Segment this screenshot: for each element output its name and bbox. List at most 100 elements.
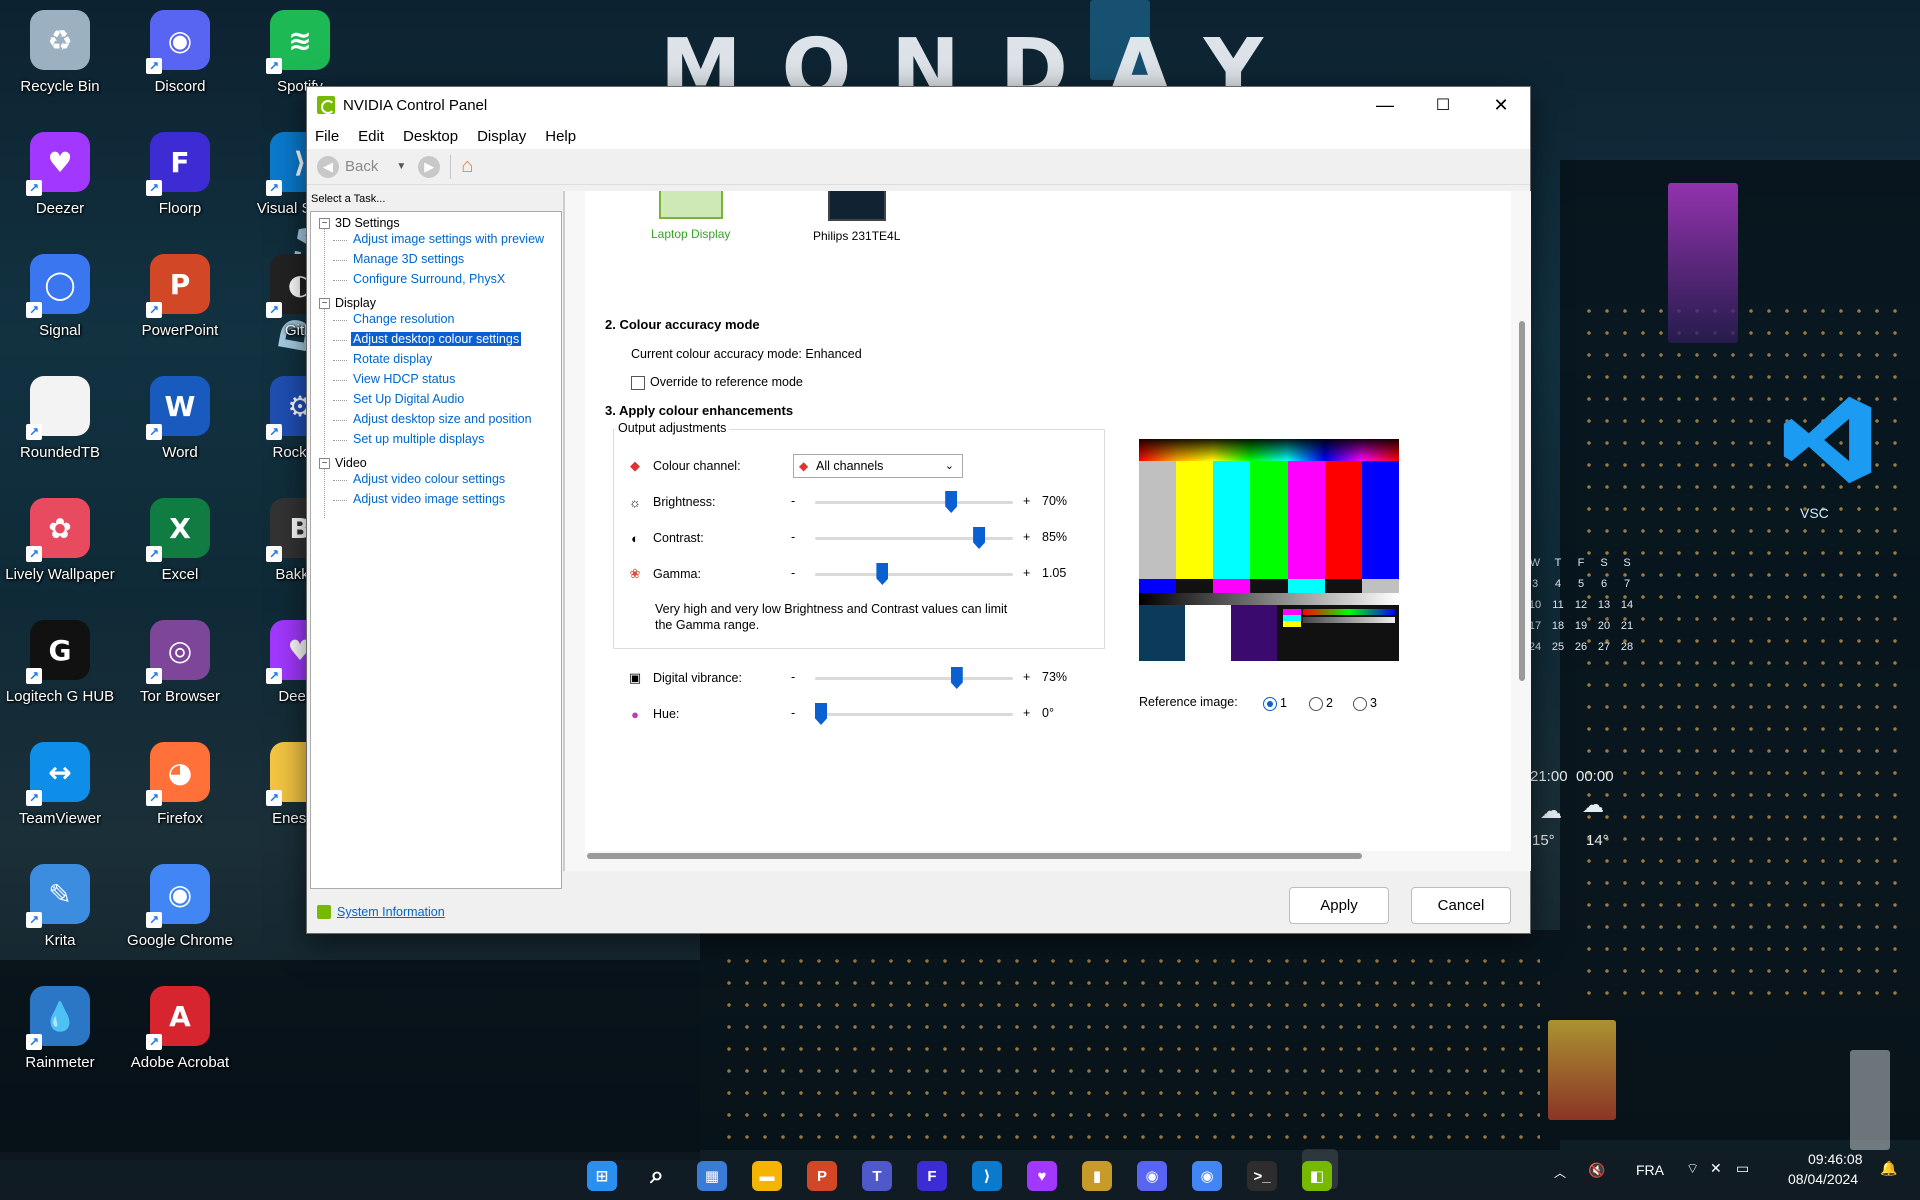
discord-taskbar-icon[interactable]: ◉ bbox=[1137, 1161, 1167, 1191]
discord-icon[interactable]: ◉ ↗ bbox=[146, 10, 210, 74]
tree-category-video[interactable]: − Video bbox=[319, 456, 367, 470]
digital-vibrance-slider-thumb[interactable] bbox=[950, 667, 963, 689]
tree-item-video-image[interactable]: Adjust video image settings bbox=[332, 492, 507, 506]
clock-time[interactable]: 09:46:08 bbox=[1808, 1151, 1863, 1167]
recycle-bin-icon[interactable]: ♻ bbox=[30, 10, 90, 70]
reference-option-1[interactable]: 1 bbox=[1263, 696, 1287, 711]
gamma-plus[interactable]: + bbox=[1023, 566, 1030, 580]
hue-slider[interactable] bbox=[815, 703, 1013, 725]
hue-slider-thumb[interactable] bbox=[815, 703, 827, 725]
close-button[interactable]: ✕ bbox=[1472, 87, 1530, 123]
collapse-icon[interactable]: − bbox=[319, 217, 330, 229]
system-information-link[interactable]: System Information bbox=[337, 905, 445, 919]
firefox-icon[interactable]: ◕ ↗ bbox=[146, 742, 210, 806]
nvidia-taskbar-icon[interactable]: ◧ bbox=[1302, 1161, 1332, 1191]
digital-vibrance-slider[interactable] bbox=[815, 667, 1013, 689]
menu-edit[interactable]: Edit bbox=[358, 128, 384, 145]
contrast-slider[interactable] bbox=[815, 527, 1013, 549]
reference-option-3[interactable]: 3 bbox=[1353, 696, 1377, 711]
tree-item-digital-audio[interactable]: Set Up Digital Audio bbox=[332, 392, 466, 406]
override-reference-checkbox[interactable]: Override to reference mode bbox=[631, 375, 803, 390]
horizontal-scrollbar[interactable] bbox=[587, 853, 1362, 859]
desktop-icon[interactable]: ↔ ↗ TeamViewer bbox=[0, 732, 120, 850]
tor-browser-icon[interactable]: ◎ ↗ bbox=[146, 620, 210, 684]
tree-item-rotate-display[interactable]: Rotate display bbox=[332, 352, 434, 366]
battery-icon[interactable]: ▭ bbox=[1736, 1160, 1749, 1177]
desktop-icon[interactable]: P ↗ PowerPoint bbox=[120, 244, 240, 362]
title-bar[interactable]: NVIDIA Control Panel — ☐ ✕ bbox=[307, 87, 1530, 123]
back-history-chevron-icon[interactable]: ▼ bbox=[396, 161, 406, 172]
desktop-icon[interactable]: ♻ Recycle Bin bbox=[0, 0, 120, 118]
clock-date[interactable]: 08/04/2024 bbox=[1788, 1171, 1858, 1187]
desktop-icon[interactable]: ✎ ↗ Krita bbox=[0, 854, 120, 972]
desktop-icon[interactable]: W ↗ Word bbox=[120, 366, 240, 484]
desktop-icon[interactable]: ✿ ↗ Lively Wallpaper bbox=[0, 488, 120, 606]
collapse-icon[interactable]: − bbox=[319, 457, 330, 469]
tree-item-multiple-displays[interactable]: Set up multiple displays bbox=[332, 432, 486, 446]
adobe-acrobat-icon[interactable]: A ↗ bbox=[146, 986, 210, 1050]
checkbox-box[interactable] bbox=[631, 375, 645, 390]
chrome-icon[interactable]: ◉ ↗ bbox=[146, 864, 210, 928]
lively-wallpaper-icon[interactable]: ✿ ↗ bbox=[26, 498, 90, 562]
floorp-icon[interactable]: F ↗ bbox=[146, 132, 210, 196]
vibrance-plus[interactable]: + bbox=[1023, 670, 1030, 684]
radio-button[interactable] bbox=[1263, 696, 1277, 711]
menu-help[interactable]: Help bbox=[545, 128, 576, 145]
reference-option-2[interactable]: 2 bbox=[1309, 696, 1333, 711]
excel-icon[interactable]: X ↗ bbox=[146, 498, 210, 562]
desktop-icon[interactable]: ◎ ↗ Tor Browser bbox=[120, 610, 240, 728]
tree-item-change-resolution[interactable]: Change resolution bbox=[332, 312, 456, 326]
language-indicator[interactable]: FRA bbox=[1636, 1162, 1664, 1178]
spotify-icon[interactable]: ≋ ↗ bbox=[266, 10, 330, 74]
radio-button[interactable] bbox=[1309, 696, 1323, 711]
home-icon[interactable]: ⌂ bbox=[461, 155, 473, 178]
tree-item-manage-3d-settings[interactable]: Manage 3D settings bbox=[332, 252, 466, 266]
menu-file[interactable]: File bbox=[315, 128, 339, 145]
chrome-taskbar-icon[interactable]: ◉ bbox=[1192, 1161, 1222, 1191]
notification-bell-icon[interactable]: 🔔 bbox=[1880, 1160, 1897, 1177]
floorp-taskbar-icon[interactable]: F bbox=[917, 1161, 947, 1191]
desktop-icon[interactable]: 💧 ↗ Rainmeter bbox=[0, 976, 120, 1094]
desktop-icon[interactable]: ↗ RoundedTB bbox=[0, 366, 120, 484]
maximize-button[interactable]: ☐ bbox=[1414, 87, 1472, 123]
tree-item-adjust-desktop-colour[interactable]: Adjust desktop colour settings bbox=[332, 332, 522, 346]
powerpoint-taskbar-icon[interactable]: P bbox=[807, 1161, 837, 1191]
gamma-slider[interactable] bbox=[815, 563, 1013, 585]
collapse-icon[interactable]: − bbox=[319, 297, 330, 309]
teamviewer-icon[interactable]: ↔ ↗ bbox=[26, 742, 90, 806]
store-icon[interactable]: ▦ bbox=[697, 1161, 727, 1191]
minimize-button[interactable]: — bbox=[1356, 87, 1414, 123]
tree-item-adjust-image-settings[interactable]: Adjust image settings with preview bbox=[332, 232, 546, 246]
menu-display[interactable]: Display bbox=[477, 128, 526, 145]
wifi-icon[interactable]: ⌔ bbox=[1686, 1160, 1699, 1178]
brightness-minus[interactable]: - bbox=[791, 494, 795, 508]
hue-minus[interactable]: - bbox=[791, 706, 795, 720]
radio-button[interactable] bbox=[1353, 696, 1367, 711]
tree-item-view-hdcp[interactable]: View HDCP status bbox=[332, 372, 457, 386]
display-philips[interactable]: Philips 231TE4L bbox=[813, 191, 900, 243]
tree-item-desktop-size[interactable]: Adjust desktop size and position bbox=[333, 412, 534, 426]
deezer-taskbar-icon[interactable]: ♥ bbox=[1027, 1161, 1057, 1191]
tree-item-configure-surround[interactable]: Configure Surround, PhysX bbox=[332, 272, 507, 286]
desktop-icon[interactable]: A ↗ Adobe Acrobat bbox=[120, 976, 240, 1094]
gamma-minus[interactable]: - bbox=[791, 566, 795, 580]
brightness-slider[interactable] bbox=[815, 491, 1013, 513]
hue-plus[interactable]: + bbox=[1023, 706, 1030, 720]
display-laptop[interactable]: Laptop Display bbox=[651, 191, 730, 241]
signal-icon[interactable]: ◯ ↗ bbox=[26, 254, 90, 318]
contrast-plus[interactable]: + bbox=[1023, 530, 1030, 544]
roundedtb-icon[interactable]: ↗ bbox=[26, 376, 90, 440]
deezer-icon[interactable]: ♥ ↗ bbox=[26, 132, 90, 196]
desktop-icon[interactable]: ◉ ↗ Google Chrome bbox=[120, 854, 240, 972]
logitech-ghub-icon[interactable]: G ↗ bbox=[26, 620, 90, 684]
forward-arrow-icon[interactable]: ▶ bbox=[418, 155, 441, 178]
colour-channel-select[interactable]: ◆ All channels ⌄ bbox=[793, 454, 963, 478]
desktop-icon[interactable]: ♥ ↗ Deezer bbox=[0, 122, 120, 240]
desktop-icon[interactable]: ◉ ↗ Discord bbox=[120, 0, 240, 118]
back-arrow-icon[interactable]: ◀ bbox=[317, 155, 339, 178]
desktop-icon[interactable]: ◕ ↗ Firefox bbox=[120, 732, 240, 850]
tree-item-video-colour[interactable]: Adjust video colour settings bbox=[332, 472, 507, 486]
apply-button[interactable]: Apply bbox=[1289, 887, 1389, 924]
file-explorer-icon[interactable]: ▬ bbox=[752, 1161, 782, 1191]
contrast-minus[interactable]: - bbox=[791, 530, 795, 544]
